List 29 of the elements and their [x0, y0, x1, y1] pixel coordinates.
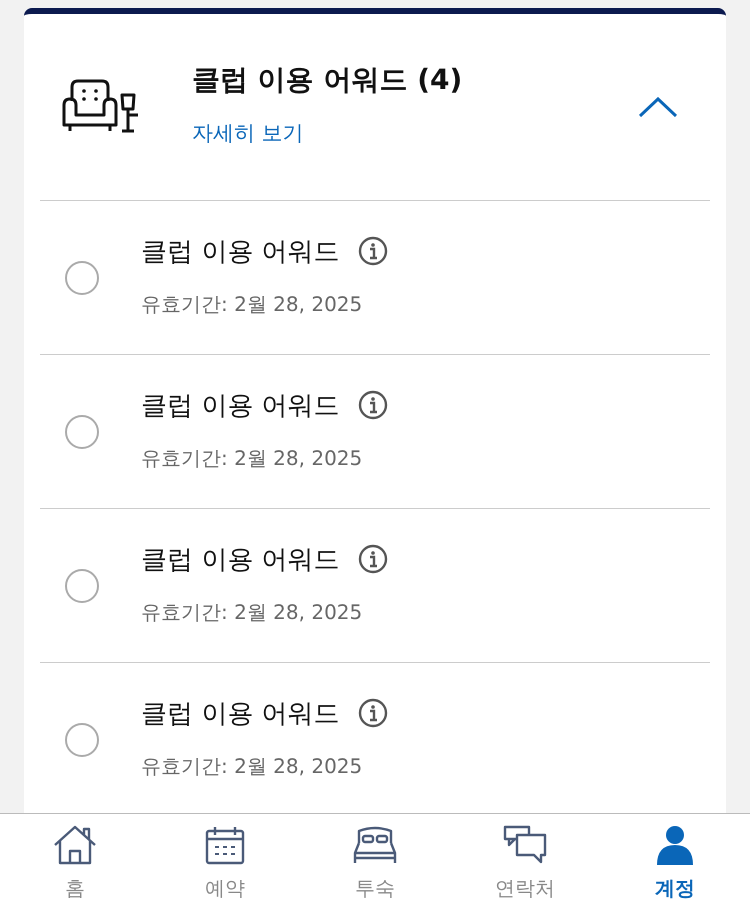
calendar-icon	[205, 824, 245, 864]
info-icon[interactable]	[358, 236, 388, 266]
award-title: 클럽 이용 어워드	[141, 698, 340, 730]
award-title: 클럽 이용 어워드	[141, 236, 340, 268]
expiry-date: 유효기간: 2월 28, 2025	[141, 598, 364, 626]
nav-tab[interactable]: 계정	[600, 814, 750, 912]
section-title: 클럽 이용 어워드 (4)	[192, 62, 464, 98]
info-icon[interactable]	[358, 698, 388, 728]
radio-button[interactable]	[65, 568, 99, 602]
home-icon	[53, 824, 97, 864]
radio-button[interactable]	[65, 414, 99, 448]
expiry-date: 유효기간: 2월 28, 2025	[141, 444, 364, 472]
radio-button[interactable]	[65, 260, 99, 294]
award-title: 클럽 이용 어워드	[141, 544, 340, 576]
person-icon	[655, 824, 695, 864]
collapse-chevron-icon[interactable]	[638, 96, 678, 118]
expiry-date: 유효기간: 2월 28, 2025	[141, 290, 364, 318]
nav-tab[interactable]: 예약	[150, 814, 300, 912]
info-icon[interactable]	[358, 544, 388, 574]
bed-icon	[353, 824, 397, 864]
nav-tab[interactable]: 투숙	[300, 814, 450, 912]
radio-button[interactable]	[65, 722, 99, 756]
nav-tab[interactable]: 연락처	[450, 814, 600, 912]
nav-tab[interactable]: 홈	[0, 814, 150, 912]
details-link[interactable]: 자세히 보기	[192, 119, 638, 147]
chat-bubbles-icon	[503, 824, 547, 864]
award-title: 클럽 이용 어워드	[141, 390, 340, 422]
info-icon[interactable]	[358, 390, 388, 420]
expiry-date: 유효기간: 2월 28, 2025	[141, 752, 364, 780]
